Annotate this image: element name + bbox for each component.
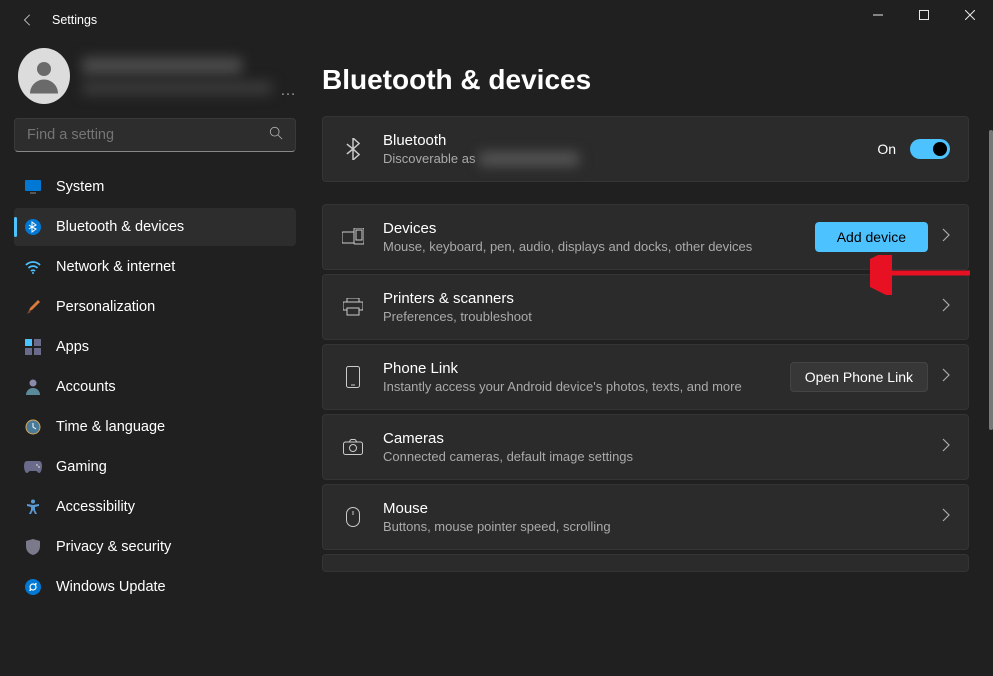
- card-subtitle: Mouse, keyboard, pen, audio, displays an…: [383, 239, 797, 254]
- sidebar-item-label: Windows Update: [56, 579, 166, 595]
- mouse-icon: [341, 507, 365, 527]
- sidebar-item-label: Bluetooth & devices: [56, 219, 184, 235]
- bluetooth-icon: [341, 138, 365, 160]
- sidebar-item-label: Accounts: [56, 379, 116, 395]
- page-title: Bluetooth & devices: [322, 64, 969, 96]
- chevron-right-icon: [942, 508, 950, 527]
- sidebar-item-label: System: [56, 179, 104, 195]
- wifi-icon: [24, 258, 42, 276]
- card-title: Devices: [383, 220, 797, 237]
- search-input[interactable]: [27, 127, 269, 143]
- sidebar-item-label: Network & internet: [56, 259, 175, 275]
- sidebar-item-time-language[interactable]: Time & language: [14, 408, 296, 446]
- card-subtitle: Preferences, troubleshoot: [383, 309, 924, 324]
- phone-icon: [341, 366, 365, 388]
- card-subtitle: Connected cameras, default image setting…: [383, 449, 924, 464]
- sidebar-item-label: Personalization: [56, 299, 155, 315]
- user-email-redacted: [82, 81, 272, 95]
- camera-icon: [341, 439, 365, 455]
- sidebar-item-privacy[interactable]: Privacy & security: [14, 528, 296, 566]
- chevron-right-icon: [942, 298, 950, 317]
- open-phone-link-button[interactable]: Open Phone Link: [790, 362, 928, 392]
- card-title: Cameras: [383, 430, 924, 447]
- sidebar-item-bluetooth-devices[interactable]: Bluetooth & devices: [14, 208, 296, 246]
- sidebar-item-accessibility[interactable]: Accessibility: [14, 488, 296, 526]
- ellipsis-icon: …: [280, 82, 296, 100]
- phone-link-card[interactable]: Phone Link Instantly access your Android…: [322, 344, 969, 410]
- chevron-right-icon: [942, 228, 950, 247]
- partial-card[interactable]: [322, 554, 969, 572]
- minimize-button[interactable]: [855, 0, 901, 30]
- search-box[interactable]: [14, 118, 296, 152]
- card-subtitle: Instantly access your Android device's p…: [383, 379, 772, 394]
- apps-icon: [24, 338, 42, 356]
- chevron-right-icon: [942, 368, 950, 387]
- device-name-redacted: [479, 152, 579, 166]
- sidebar-item-network[interactable]: Network & internet: [14, 248, 296, 286]
- sidebar-item-label: Privacy & security: [56, 539, 171, 555]
- window-title: Settings: [52, 13, 97, 27]
- user-name-redacted: [82, 57, 242, 75]
- sidebar-item-label: Gaming: [56, 459, 107, 475]
- close-button[interactable]: [947, 0, 993, 30]
- search-icon: [269, 126, 283, 145]
- sidebar-item-label: Apps: [56, 339, 89, 355]
- sidebar-item-apps[interactable]: Apps: [14, 328, 296, 366]
- bluetooth-icon: [24, 218, 42, 236]
- update-icon: [24, 578, 42, 596]
- mouse-card[interactable]: Mouse Buttons, mouse pointer speed, scro…: [322, 484, 969, 550]
- display-icon: [24, 178, 42, 196]
- sidebar-item-personalization[interactable]: Personalization: [14, 288, 296, 326]
- clock-icon: [24, 418, 42, 436]
- sidebar-item-system[interactable]: System: [14, 168, 296, 206]
- card-title: Bluetooth: [383, 132, 859, 149]
- card-subtitle: Buttons, mouse pointer speed, scrolling: [383, 519, 924, 534]
- sidebar-item-label: Time & language: [56, 419, 165, 435]
- devices-icon: [341, 228, 365, 246]
- scrollbar[interactable]: [989, 130, 993, 550]
- sidebar-item-accounts[interactable]: Accounts: [14, 368, 296, 406]
- card-title: Printers & scanners: [383, 290, 924, 307]
- card-subtitle: Discoverable as: [383, 151, 859, 167]
- printer-icon: [341, 298, 365, 316]
- toggle-label: On: [877, 141, 896, 157]
- shield-icon: [24, 538, 42, 556]
- person-icon: [24, 378, 42, 396]
- cameras-card[interactable]: Cameras Connected cameras, default image…: [322, 414, 969, 480]
- bluetooth-toggle-card[interactable]: Bluetooth Discoverable as On: [322, 116, 969, 182]
- chevron-right-icon: [942, 438, 950, 457]
- card-title: Phone Link: [383, 360, 772, 377]
- card-title: Mouse: [383, 500, 924, 517]
- gamepad-icon: [24, 458, 42, 476]
- avatar: [18, 48, 70, 104]
- sidebar-item-label: Accessibility: [56, 499, 135, 515]
- back-button[interactable]: [18, 10, 38, 30]
- devices-card[interactable]: Devices Mouse, keyboard, pen, audio, dis…: [322, 204, 969, 270]
- accessibility-icon: [24, 498, 42, 516]
- user-profile[interactable]: …: [14, 48, 296, 104]
- add-device-button[interactable]: Add device: [815, 222, 928, 252]
- sidebar-item-windows-update[interactable]: Windows Update: [14, 568, 296, 606]
- brush-icon: [24, 298, 42, 316]
- sidebar-item-gaming[interactable]: Gaming: [14, 448, 296, 486]
- bluetooth-toggle[interactable]: [910, 139, 950, 159]
- maximize-button[interactable]: [901, 0, 947, 30]
- printers-scanners-card[interactable]: Printers & scanners Preferences, trouble…: [322, 274, 969, 340]
